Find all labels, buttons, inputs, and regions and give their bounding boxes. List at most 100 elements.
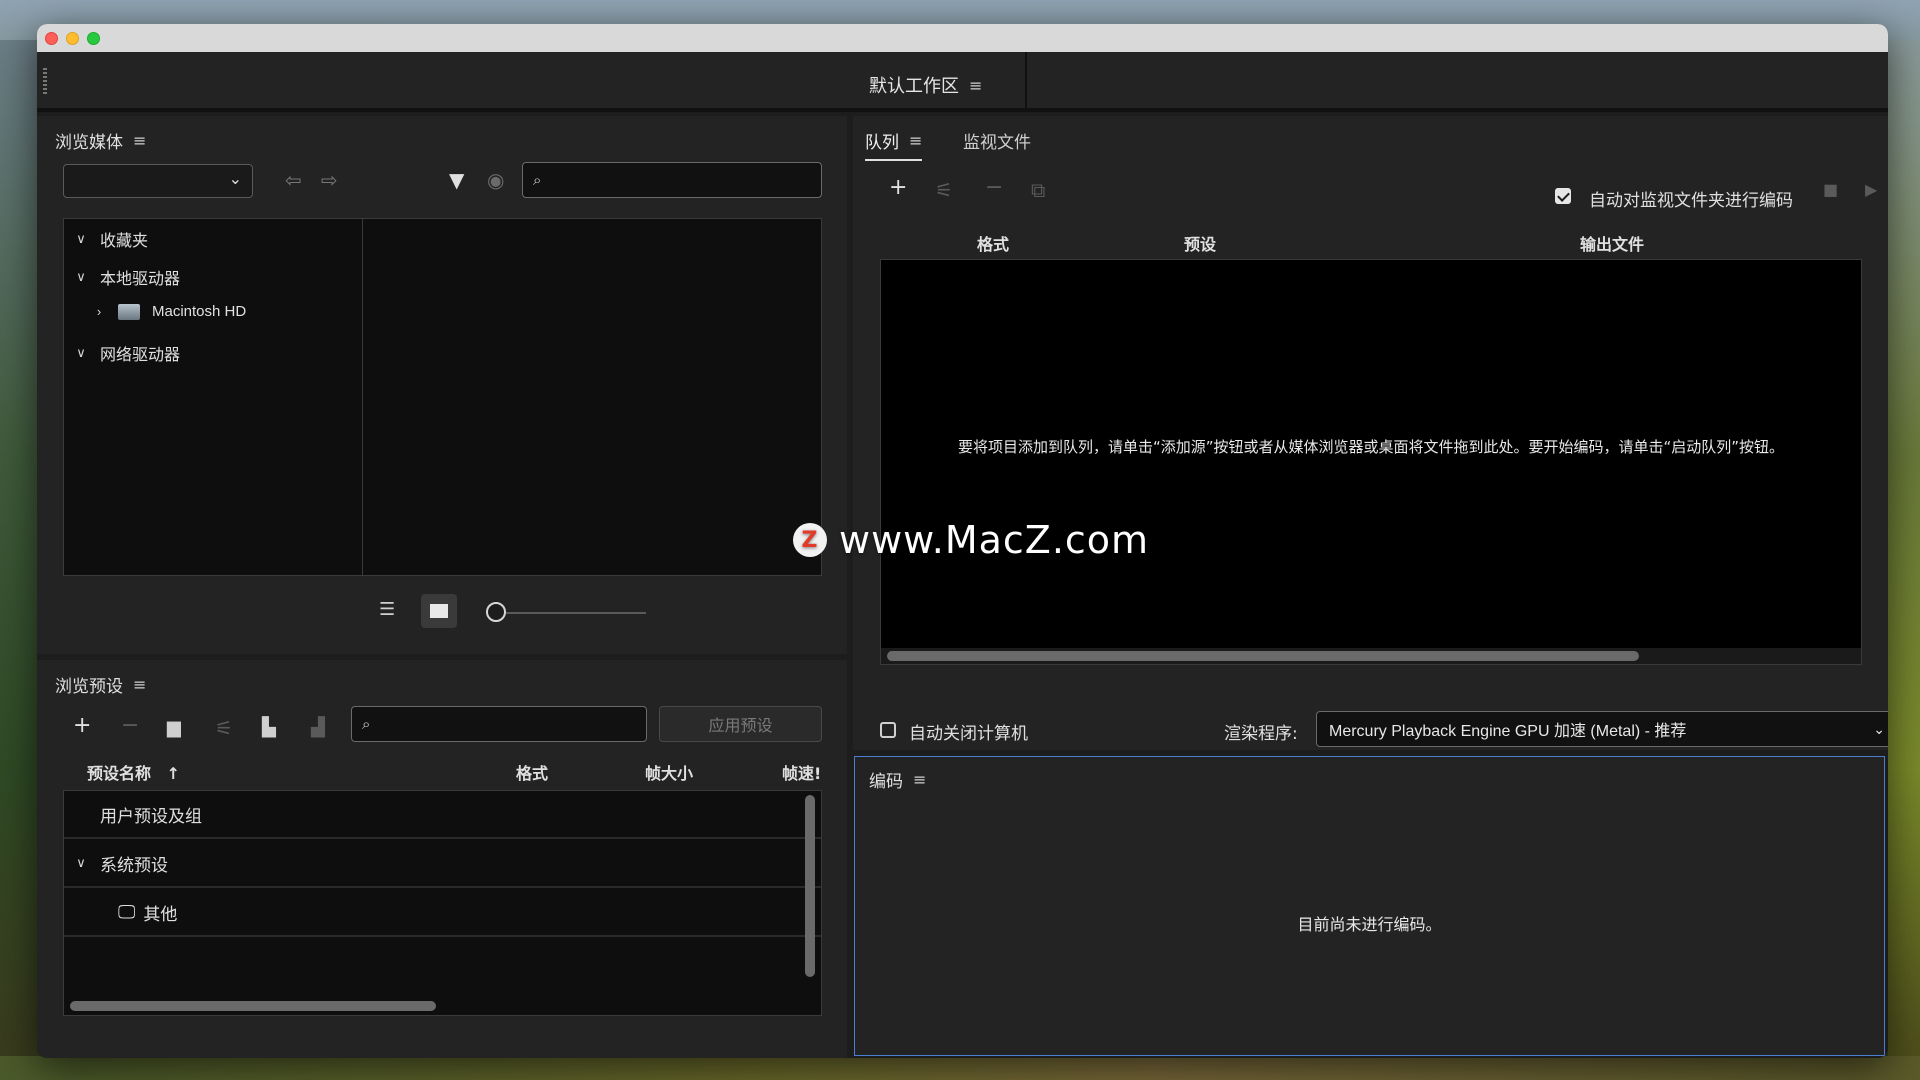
tree-item-macintosh-hd[interactable]: › Macintosh HD	[92, 303, 246, 320]
tab-queue[interactable]: 队列 ≡	[865, 128, 923, 161]
preset-hscroll-thumb[interactable]	[70, 1001, 436, 1011]
workspace-title[interactable]: 默认工作区 ≡	[869, 72, 982, 98]
chevron-down-icon: ⌄	[1873, 720, 1885, 737]
tree-item-label: 本地驱动器	[100, 269, 181, 288]
preset-browser-menu-icon[interactable]: ≡	[133, 675, 146, 694]
chevron-down-icon[interactable]: ∨	[74, 270, 88, 285]
folder-tree-pane: ∨ 收藏夹 ∨ 本地驱动器 › Macintosh HD ∨ 网络驱动器	[63, 218, 363, 576]
drag-grip-icon[interactable]	[43, 68, 47, 96]
media-search-field[interactable]: ⌕	[522, 162, 822, 198]
filter-icon[interactable]: ▼	[449, 170, 464, 190]
chevron-right-icon[interactable]: ›	[92, 304, 106, 319]
queue-menu-icon[interactable]: ≡	[909, 131, 922, 150]
export-preset-icon[interactable]: ▟	[311, 718, 325, 738]
chevron-down-icon[interactable]: ∨	[74, 856, 88, 871]
queue-empty-message: 要将项目添加到队列，请单击“添加源”按钮或者从媒体浏览器或桌面将文件拖到此处。要…	[957, 438, 1785, 456]
column-output[interactable]: 输出文件	[1580, 231, 1644, 255]
preset-vscroll-thumb[interactable]	[805, 795, 815, 977]
tree-item-local-drives[interactable]: ∨ 本地驱动器	[74, 265, 180, 289]
chevron-down-icon[interactable]: ∨	[74, 346, 88, 361]
workspace-title-label: 默认工作区	[869, 76, 959, 97]
title-bar	[37, 24, 1888, 52]
renderer-select[interactable]: Mercury Playback Engine GPU 加速 (Metal) -…	[1316, 711, 1888, 747]
tree-item-favorites[interactable]: ∨ 收藏夹	[74, 227, 148, 251]
chevron-down-icon[interactable]: ∨	[74, 232, 88, 247]
tab-queue-label: 队列	[865, 133, 899, 153]
settings-sliders-icon[interactable]: ⚟	[935, 180, 953, 200]
zoom-slider-knob[interactable]	[486, 602, 506, 622]
media-browser-menu-icon[interactable]: ≡	[133, 131, 146, 150]
media-search-input[interactable]	[541, 172, 821, 188]
preset-list: 用户预设及组 ∨ 系统预设 🖵 其他	[63, 790, 822, 1016]
auto-shutdown-checkbox[interactable]	[880, 722, 896, 738]
column-format[interactable]: 格式	[516, 760, 548, 784]
sort-ascending-icon: ↑	[166, 764, 180, 783]
column-preset-name[interactable]: 预设名称 ↑	[87, 760, 180, 784]
minimize-window-button[interactable]	[66, 31, 79, 45]
workspace-divider	[1025, 52, 1027, 112]
preset-search-input[interactable]	[370, 716, 646, 732]
renderer-value: Mercury Playback Engine GPU 加速 (Metal) -…	[1329, 723, 1687, 740]
preset-browser-title-label: 浏览预设	[55, 677, 123, 697]
queue-hscroll-thumb[interactable]	[887, 651, 1639, 661]
desktop-background-right	[1888, 40, 1920, 1080]
monitor-icon: 🖵	[118, 901, 136, 923]
duplicate-icon[interactable]: ⧉	[1031, 180, 1045, 200]
encoding-title-label: 编码	[869, 772, 903, 792]
desktop-background-bottom	[0, 1056, 1920, 1080]
add-source-icon[interactable]: +	[889, 177, 907, 199]
list-view-icon[interactable]: ☰	[379, 600, 395, 620]
eye-icon[interactable]: ◉	[487, 170, 504, 190]
preset-row-label: 系统预设	[100, 855, 168, 876]
column-frame-rate[interactable]: 帧速!	[782, 760, 822, 784]
column-format[interactable]: 格式	[977, 231, 1009, 255]
close-window-button[interactable]	[45, 31, 58, 45]
encoding-title: 编码 ≡	[869, 767, 926, 792]
preset-browser-title: 浏览预设 ≡	[55, 672, 146, 697]
preset-browser-panel: 浏览预设 ≡ + − ▆ ⚟ ▙ ▟ ⌕ 应用预设 预设名称 ↑ 格式 帧大小 …	[37, 660, 847, 1058]
auto-encode-checkbox[interactable]	[1555, 188, 1571, 204]
column-preset[interactable]: 预设	[1184, 231, 1216, 255]
stop-queue-icon[interactable]: ■	[1823, 180, 1838, 200]
encoding-panel: 编码 ≡ 目前尚未进行编码。	[854, 756, 1885, 1056]
hard-drive-icon	[118, 303, 140, 320]
import-preset-icon[interactable]: ▙	[262, 718, 276, 738]
thumbnail-view-icon[interactable]	[421, 594, 457, 628]
preset-row-system-presets[interactable]: ∨ 系统预设	[64, 840, 821, 888]
workspace-menu-icon[interactable]: ≡	[969, 76, 982, 95]
tab-watch-folders[interactable]: 监视文件	[963, 128, 1031, 153]
remove-preset-icon[interactable]: −	[121, 715, 139, 737]
zoom-slider-track[interactable]	[506, 612, 646, 614]
new-group-icon[interactable]: ▆	[167, 718, 181, 738]
new-preset-icon[interactable]: +	[73, 715, 91, 737]
column-preset-name-label: 预设名称	[87, 764, 152, 783]
encoding-status: 目前尚未进行编码。	[1297, 915, 1442, 934]
column-frame-size[interactable]: 帧大小	[645, 760, 693, 784]
back-arrow-icon[interactable]: ⇦	[285, 170, 302, 190]
encoding-menu-icon[interactable]: ≡	[913, 770, 926, 789]
tree-item-label: 网络驱动器	[100, 345, 181, 364]
start-queue-icon[interactable]: ▶	[1865, 180, 1877, 200]
preset-row-other[interactable]: 🖵 其他	[64, 889, 821, 937]
zoom-window-button[interactable]	[87, 31, 100, 45]
tree-item-label: Macintosh HD	[152, 303, 247, 320]
preset-settings-icon[interactable]: ⚟	[215, 718, 233, 738]
chevron-down-icon: ⌄	[228, 169, 242, 188]
queue-drop-area[interactable]: 要将项目添加到队列，请单击“添加源”按钮或者从媒体浏览器或桌面将文件拖到此处。要…	[880, 259, 1862, 665]
preset-row-label: 用户预设及组	[100, 806, 202, 827]
tree-item-network-drives[interactable]: ∨ 网络驱动器	[74, 341, 180, 365]
remove-icon[interactable]: −	[985, 177, 1003, 199]
tab-watch-folders-label: 监视文件	[963, 133, 1031, 153]
media-browser-title: 浏览媒体 ≡	[55, 128, 146, 153]
preset-row-user-presets[interactable]: 用户预设及组	[64, 791, 821, 839]
apply-preset-button[interactable]: 应用预设	[659, 706, 822, 742]
renderer-label: 渲染程序:	[1224, 724, 1298, 744]
preset-search-field[interactable]: ⌕	[351, 706, 647, 742]
auto-shutdown-label: 自动关闭计算机	[909, 724, 1028, 744]
queue-panel: 队列 ≡ 监视文件 + ⚟ − ⧉ 自动对监视文件夹进行编码 ■ ▶ 格式 预设…	[853, 116, 1888, 750]
location-dropdown[interactable]: ⌄	[63, 164, 253, 198]
forward-arrow-icon[interactable]: ⇨	[321, 170, 338, 190]
media-browser-title-label: 浏览媒体	[55, 133, 123, 153]
watermark: Z www.MacZ.com	[793, 518, 1149, 562]
auto-encode-label: 自动对监视文件夹进行编码	[1589, 191, 1793, 211]
